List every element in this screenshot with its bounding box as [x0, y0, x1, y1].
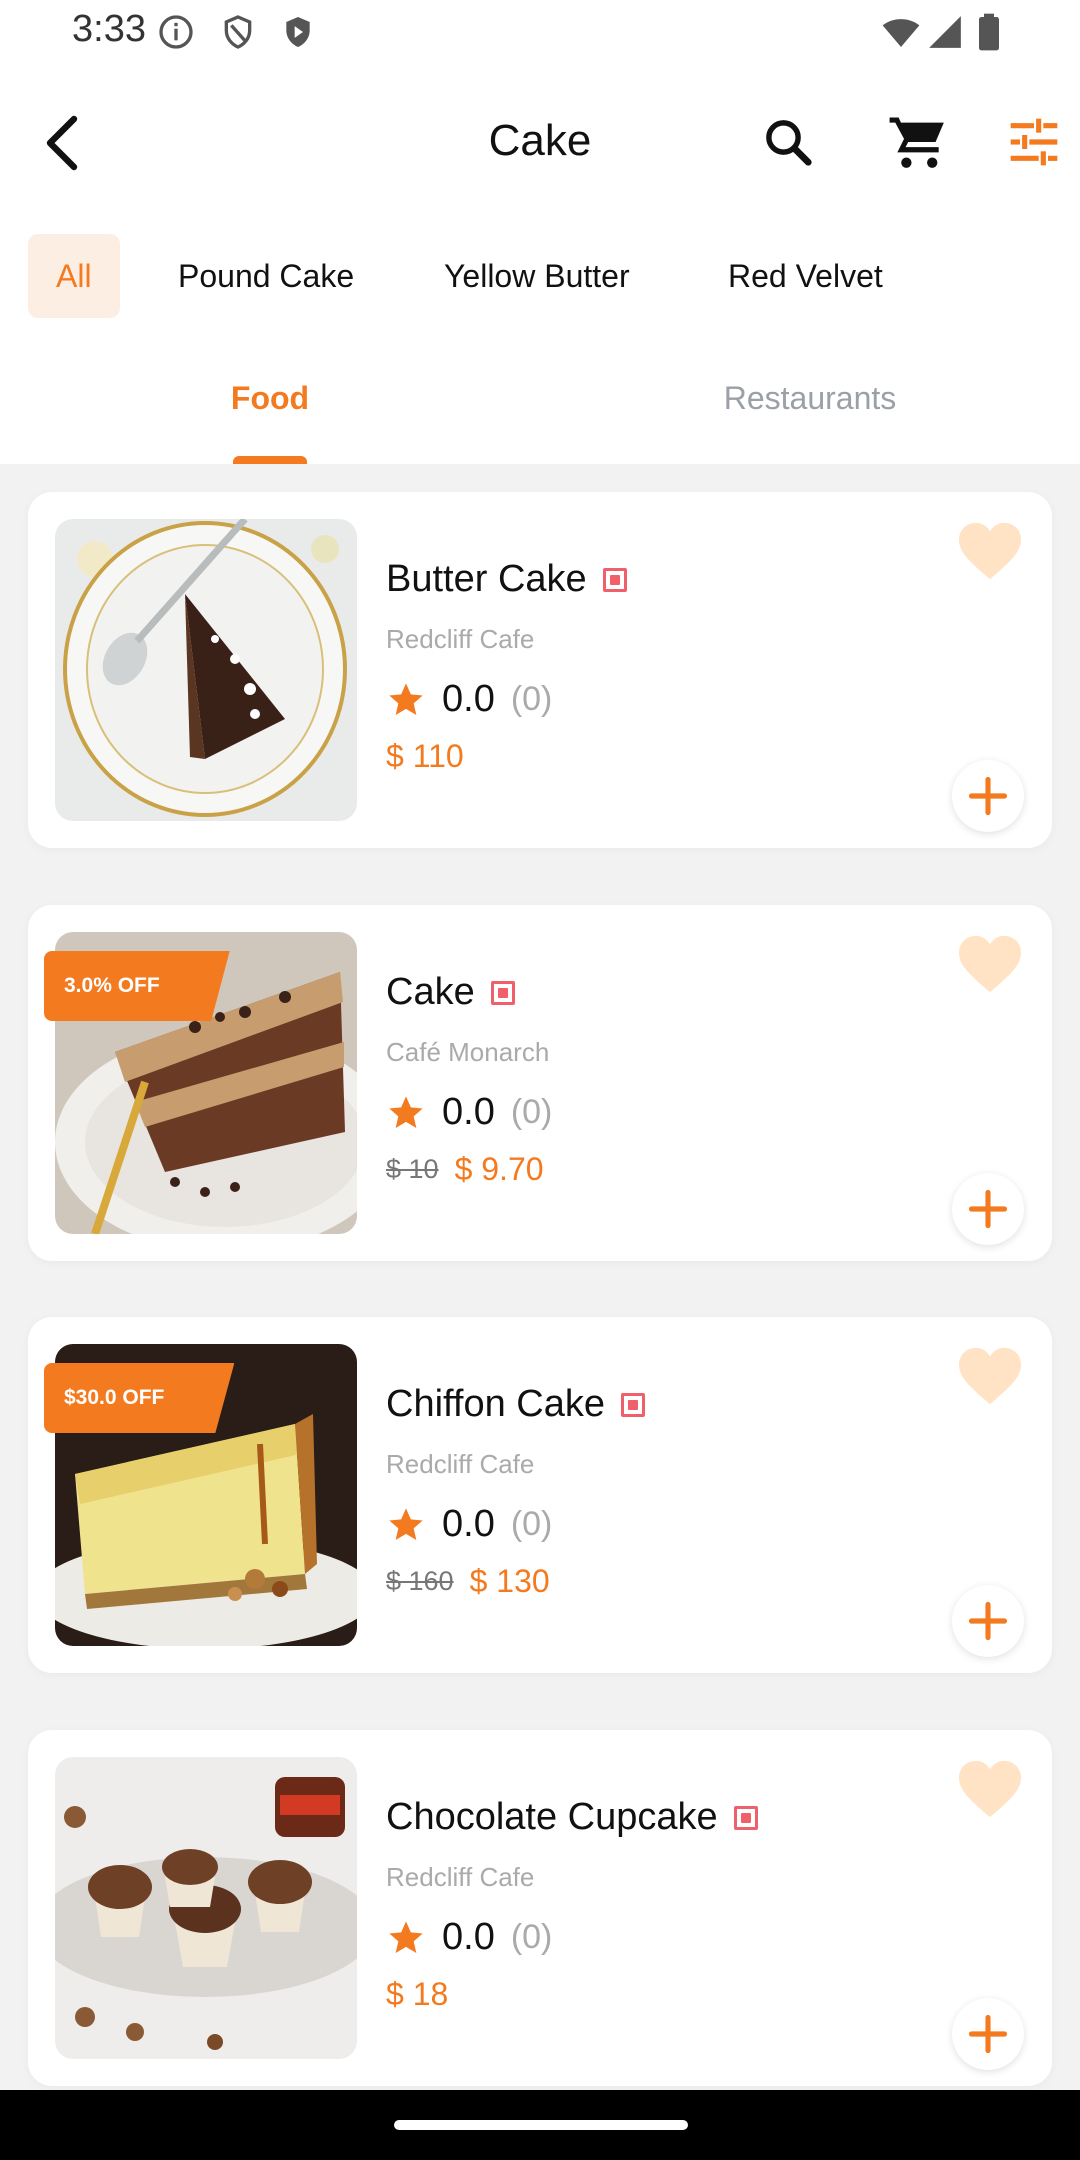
rating-value: 0.0 — [442, 1091, 495, 1133]
add-to-cart-button[interactable] — [952, 1585, 1024, 1657]
plus-icon — [968, 1189, 1008, 1229]
filter-sliders-icon — [1010, 118, 1058, 166]
tab-restaurants[interactable]: Restaurants — [540, 332, 1080, 464]
rating-count: (0) — [510, 680, 553, 718]
home-gesture-handle[interactable] — [394, 2120, 688, 2130]
play-protect-icon — [286, 17, 310, 47]
rating: 0.0 (0) — [386, 1503, 552, 1546]
price: $ 18 — [386, 1976, 449, 2012]
info-icon — [159, 15, 193, 49]
star-icon — [389, 682, 423, 715]
item-title: Cake — [386, 971, 515, 1014]
original-price: $ 160 — [386, 1566, 454, 1596]
rating-count: (0) — [510, 1505, 553, 1543]
food-image — [55, 519, 357, 821]
add-to-cart-button[interactable] — [952, 760, 1024, 832]
status-time: 3:33 — [72, 8, 146, 50]
food-card[interactable]: Butter Cake Redcliff Cafe 0.0 (0) $ 110 — [28, 492, 1052, 848]
price-row: $ 10 $ 9.70 — [386, 1151, 544, 1188]
discount-badge: 3.0% OFF — [44, 951, 230, 1021]
price: $ 110 — [386, 738, 464, 774]
food-card[interactable]: $30.0 OFF Chiffon Cake Redcliff Cafe 0.0… — [28, 1317, 1052, 1673]
shield-icon — [224, 15, 252, 49]
rating-value: 0.0 — [442, 678, 495, 720]
cart-icon — [889, 117, 944, 168]
tab-food[interactable]: Food — [0, 332, 540, 464]
price: $ 9.70 — [454, 1151, 544, 1187]
non-veg-mark-icon — [602, 567, 627, 592]
tab-indicator — [233, 456, 307, 464]
rating: 0.0 (0) — [386, 678, 552, 721]
wifi-icon — [882, 19, 920, 47]
app-bar: Cake — [0, 64, 1080, 222]
add-to-cart-button[interactable] — [952, 1998, 1024, 2070]
original-price: $ 10 — [386, 1154, 439, 1184]
food-image — [55, 1757, 357, 2059]
item-title: Chocolate Cupcake — [386, 1796, 758, 1839]
search-button[interactable] — [752, 106, 824, 178]
heart-icon — [959, 1760, 1021, 1818]
item-title: Butter Cake — [386, 558, 627, 601]
item-restaurant: Redcliff Cafe — [386, 1862, 535, 1892]
status-bar: 3:33 — [0, 0, 1080, 64]
plus-icon — [968, 776, 1008, 816]
plus-icon — [968, 2014, 1008, 2054]
favorite-button[interactable] — [950, 516, 1030, 586]
chip-red-velvet[interactable]: Red Velvet — [700, 234, 911, 318]
discount-badge: $30.0 OFF — [44, 1363, 235, 1433]
star-icon — [389, 1095, 423, 1128]
star-icon — [389, 1507, 423, 1540]
item-title: Chiffon Cake — [386, 1383, 645, 1426]
chip-yellow-butter[interactable]: Yellow Butter — [416, 234, 658, 318]
category-chips: All Pound Cake Yellow Butter Red Velvet — [0, 222, 1080, 332]
star-icon — [389, 1920, 423, 1953]
tabs: Food Restaurants — [0, 332, 1080, 464]
filter-button[interactable] — [998, 106, 1070, 178]
price-row: $ 160 $ 130 — [386, 1563, 550, 1600]
price-row: $ 110 — [386, 738, 464, 775]
chip-pound-cake[interactable]: Pound Cake — [150, 234, 382, 318]
cart-button[interactable] — [882, 106, 954, 178]
food-card[interactable]: Chocolate Cupcake Redcliff Cafe 0.0 (0) … — [28, 1730, 1052, 2086]
search-icon — [766, 120, 812, 166]
heart-icon — [959, 1347, 1021, 1405]
heart-icon — [959, 522, 1021, 580]
rating-value: 0.0 — [442, 1916, 495, 1958]
non-veg-mark-icon — [620, 1392, 645, 1417]
item-restaurant: Redcliff Cafe — [386, 624, 535, 654]
add-to-cart-button[interactable] — [952, 1173, 1024, 1245]
item-restaurant: Café Monarch — [386, 1037, 550, 1067]
non-veg-mark-icon — [733, 1805, 758, 1830]
rating: 0.0 (0) — [386, 1091, 552, 1134]
non-veg-mark-icon — [490, 980, 515, 1005]
food-card[interactable]: 3.0% OFF Cake Café Monarch 0.0 (0) $ 10 … — [28, 905, 1052, 1261]
favorite-button[interactable] — [950, 1754, 1030, 1824]
favorite-button[interactable] — [950, 929, 1030, 999]
rating-value: 0.0 — [442, 1503, 495, 1545]
rating-count: (0) — [510, 1093, 553, 1131]
chip-all[interactable]: All — [28, 234, 120, 318]
price: $ 130 — [469, 1563, 550, 1599]
rating-count: (0) — [510, 1918, 553, 1956]
rating: 0.0 (0) — [386, 1916, 552, 1959]
plus-icon — [968, 1601, 1008, 1641]
item-restaurant: Redcliff Cafe — [386, 1449, 535, 1479]
favorite-button[interactable] — [950, 1341, 1030, 1411]
signal-icon — [929, 16, 961, 48]
heart-icon — [959, 935, 1021, 993]
battery-icon — [979, 13, 999, 51]
system-navigation-bar — [0, 2090, 1080, 2160]
price-row: $ 18 — [386, 1976, 448, 2013]
